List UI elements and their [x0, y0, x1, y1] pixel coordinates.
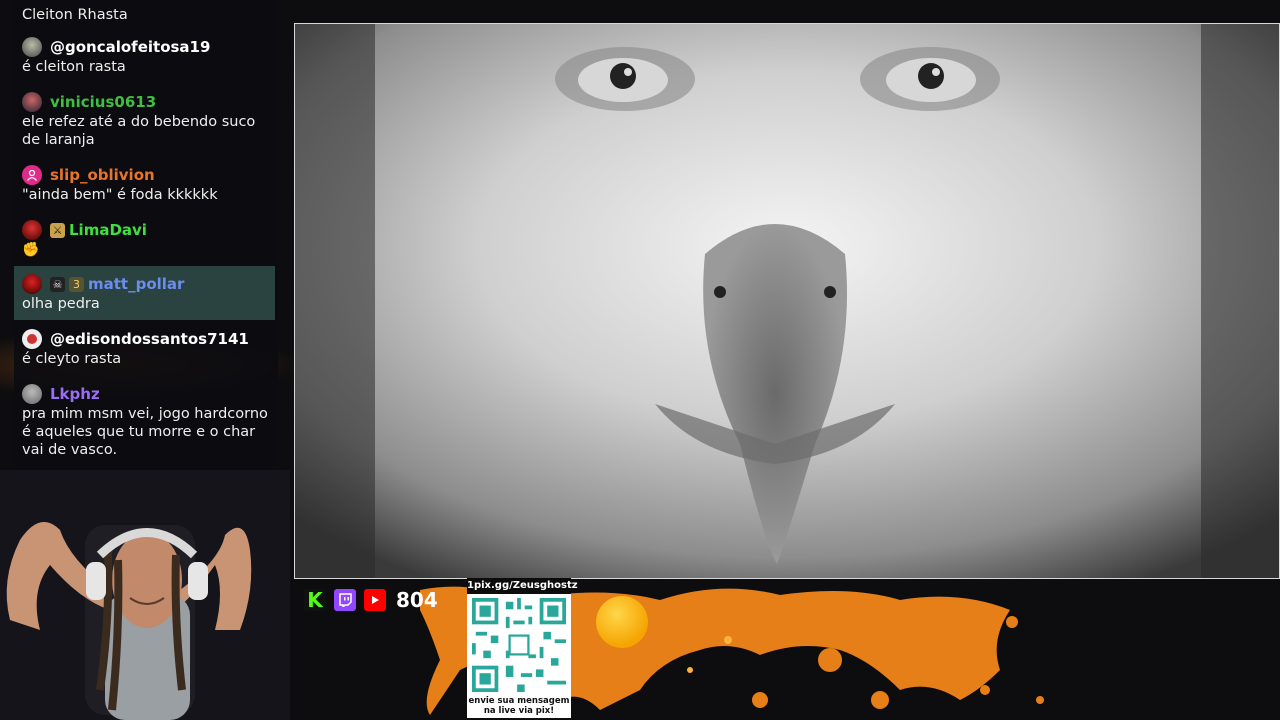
username[interactable]: vinicius0613: [50, 93, 156, 111]
platform-bar: K 804: [304, 588, 438, 612]
chat-message: vinicius0613 ele refez até a do bebendo …: [22, 91, 272, 149]
chat-message: ☠ 3 matt_pollar olha pedra: [22, 273, 272, 313]
username[interactable]: @edisondossantos7141: [50, 330, 249, 348]
pix-caption: envie sua mensagem na live via pix!: [468, 696, 570, 716]
moderator-badge-icon: ⚔: [50, 222, 65, 238]
youtube-icon: [364, 589, 386, 611]
webcam-feed: [0, 470, 290, 720]
user-avatar[interactable]: [22, 37, 42, 57]
face-icon: [27, 334, 37, 344]
chat-message: @edisondossantos7141 é cleyto rasta: [22, 328, 272, 368]
video-player[interactable]: [294, 23, 1280, 579]
message-text: é cleiton rasta: [22, 59, 126, 75]
user-avatar[interactable]: [22, 92, 42, 112]
user-avatar[interactable]: [22, 274, 42, 294]
subscriber-badge-icon: 3: [69, 276, 84, 292]
eagle-closeup-image: [295, 24, 1279, 578]
pix-link: 1pix.gg/Zeusghostz: [467, 578, 578, 594]
chat-message: ⚔ LimaDavi ✊: [22, 219, 272, 259]
qr-code-icon: [472, 598, 566, 692]
chat-message: slip_oblivion "ainda bem" é foda kkkkkk: [22, 164, 272, 204]
message-text: é cleyto rasta: [22, 351, 122, 367]
chat-message: @goncalofeitosa19 é cleiton rasta: [22, 36, 272, 76]
pix-qr-panel: 1pix.gg/Zeusghostz envie sua mensagem na…: [467, 578, 578, 718]
username[interactable]: slip_oblivion: [50, 166, 155, 184]
viewer-count: 804: [396, 588, 438, 612]
kick-icon: K: [304, 588, 326, 612]
skull-badge-icon: ☠: [50, 276, 65, 292]
chat-message: Lkphz pra mim msm vei, jogo hardcorno é …: [22, 383, 272, 459]
gold-coin-decoration: [596, 596, 648, 648]
twitch-icon: [334, 589, 356, 611]
message-text: "ainda bem" é foda kkkkkk: [22, 187, 218, 203]
username[interactable]: matt_pollar: [88, 275, 184, 293]
user-avatar[interactable]: [22, 165, 42, 185]
chat-message: Cleiton Rhasta: [22, 6, 272, 24]
username[interactable]: LimaDavi: [69, 221, 147, 239]
message-text: Cleiton Rhasta: [22, 7, 128, 23]
user-avatar[interactable]: [22, 384, 42, 404]
person-icon: [26, 169, 38, 181]
user-avatar[interactable]: [22, 329, 42, 349]
message-text: pra mim msm vei, jogo hardcorno é aquele…: [22, 406, 268, 458]
username[interactable]: Lkphz: [50, 385, 100, 403]
chat-panel[interactable]: Cleiton Rhasta @goncalofeitosa19 é cleit…: [14, 0, 278, 470]
message-text: olha pedra: [22, 296, 100, 312]
message-text: ele refez até a do bebendo suco de laran…: [22, 114, 256, 148]
username[interactable]: @goncalofeitosa19: [50, 38, 210, 56]
user-avatar[interactable]: [22, 220, 42, 240]
emote-icon: ✊: [22, 242, 40, 258]
